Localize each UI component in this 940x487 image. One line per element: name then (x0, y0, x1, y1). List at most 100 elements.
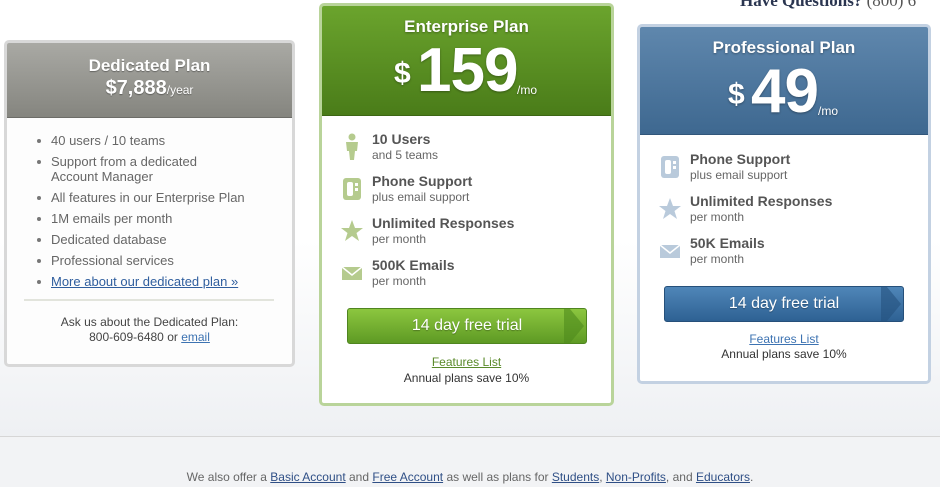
basic-account-link[interactable]: Basic Account (270, 470, 345, 484)
contact-phone: 800-609-6480 (89, 330, 164, 344)
envelope-icon (341, 266, 363, 280)
dedicated-features-list: 40 users / 10 teams Support from a dedic… (35, 133, 292, 289)
list-item: Professional services (35, 253, 292, 268)
envelope-icon (659, 244, 681, 258)
feature-text: Dedicated database (51, 232, 167, 247)
annual-savings-text: Annual plans save 10% (403, 371, 530, 385)
feature-phone-support: Phone Support plus email support (322, 173, 611, 213)
feature-subtitle: per month (690, 210, 745, 224)
students-link[interactable]: Students (552, 470, 599, 484)
list-item: 40 users / 10 teams (35, 133, 292, 148)
feature-subtitle: plus email support (690, 168, 788, 182)
divider (24, 299, 274, 301)
questions-phone: (800) 6 (866, 0, 917, 10)
feature-title: Phone Support (372, 173, 473, 189)
price-period: /mo (517, 83, 538, 97)
person-icon (346, 133, 358, 160)
or-text: or (167, 330, 178, 344)
feature-emails: 500K Emails per month (322, 257, 611, 297)
bullet-icon (37, 238, 41, 242)
feature-phone-support: Phone Support plus email support (640, 151, 928, 191)
price-amount: $7,888 (105, 77, 167, 99)
bullet-icon (37, 139, 41, 143)
button-label: 14 day free trial (411, 317, 523, 334)
arrow-right-icon (881, 287, 901, 321)
footer-divider (0, 436, 940, 437)
feature-title: Phone Support (690, 151, 791, 167)
features-list-link[interactable]: Features List (749, 332, 818, 346)
feature-subtitle: per month (372, 274, 427, 288)
professional-trial-button[interactable]: 14 day free trial (664, 286, 904, 322)
star-icon (659, 198, 681, 219)
feature-title: Unlimited Responses (372, 215, 515, 231)
contact-line: 800-609-6480 or email (7, 330, 292, 345)
feature-subtitle: plus email support (372, 190, 470, 204)
price-period: /mo (818, 104, 839, 118)
features-list-container: Features List (322, 355, 611, 369)
arrow-right-icon (564, 309, 584, 343)
feature-subtitle: per month (690, 252, 745, 266)
professional-plan-card: Professional Plan $ 49 /mo Phone Support… (637, 24, 931, 384)
price-currency: $ (394, 57, 411, 90)
ask-text: Ask us about the Dedicated Plan: (60, 315, 239, 329)
list-item: 1M emails per month (35, 211, 292, 226)
feature-subtitle: per month (372, 232, 427, 246)
plan-name: Dedicated Plan (88, 56, 211, 75)
feature-text: All features in our Enterprise Plan (51, 190, 245, 205)
price-amount: 49 (751, 57, 819, 126)
questions-label: Have Questions? (740, 0, 863, 10)
bullet-icon (37, 160, 41, 164)
feature-text: 40 users / 10 teams (51, 133, 166, 148)
feature-text: Support from a dedicated Account Manager (51, 154, 197, 184)
feature-responses: Unlimited Responses per month (322, 215, 611, 255)
plan-price: $7,888/year (7, 77, 292, 100)
list-item: Dedicated database (35, 232, 292, 247)
nonprofits-link[interactable]: Non-Profits (606, 470, 666, 484)
bullet-icon (37, 259, 41, 263)
footer-segment: , and (665, 470, 693, 484)
bullet-icon (37, 217, 41, 221)
feature-title: 10 Users (372, 131, 431, 147)
star-icon (341, 220, 363, 241)
more-dedicated-link[interactable]: More about our dedicated plan » (51, 274, 238, 289)
email-link[interactable]: email (181, 330, 210, 344)
price-currency: $ (728, 78, 745, 111)
free-account-link[interactable]: Free Account (372, 470, 443, 484)
phone-icon (343, 178, 361, 200)
footer-segment: as well as plans for (446, 470, 549, 484)
footer-segment: and (349, 470, 370, 484)
dedicated-plan-header: Dedicated Plan $7,888/year (7, 43, 292, 118)
bullet-icon (37, 280, 41, 284)
feature-title: Unlimited Responses (690, 193, 833, 209)
bullet-icon (37, 196, 41, 200)
price-amount: 159 (417, 36, 518, 105)
feature-emails: 50K Emails per month (640, 235, 928, 275)
features-list-link[interactable]: Features List (432, 355, 501, 369)
enterprise-plan-header: Enterprise Plan $ 159 /mo (322, 6, 611, 116)
plan-name: Professional Plan (712, 38, 856, 57)
feature-responses: Unlimited Responses per month (640, 193, 928, 233)
feature-title: 50K Emails (690, 235, 765, 251)
price-period: /year (166, 83, 194, 97)
dedicated-contact: Ask us about the Dedicated Plan: 800-609… (7, 315, 292, 345)
educators-link[interactable]: Educators (696, 470, 750, 484)
footer-segment: We also offer a (186, 470, 267, 484)
button-label: 14 day free trial (728, 295, 840, 312)
list-item: Support from a dedicated Account Manager (35, 154, 292, 184)
plan-name: Enterprise Plan (404, 17, 529, 36)
enterprise-plan-card: Enterprise Plan $ 159 /mo 10 Users and 5… (319, 3, 614, 406)
footer-segment: , (599, 470, 603, 484)
list-item: All features in our Enterprise Plan (35, 190, 292, 205)
footer-text: We also offer a Basic Account and Free A… (0, 470, 940, 484)
footer-segment: . (750, 470, 754, 484)
feature-subtitle: and 5 teams (372, 148, 439, 162)
feature-users: 10 Users and 5 teams (322, 131, 611, 171)
questions-header: Have Questions? (800) 6 (740, 0, 916, 11)
enterprise-trial-button[interactable]: 14 day free trial (347, 308, 587, 344)
feature-text: Professional services (51, 253, 174, 268)
annual-savings-text: Annual plans save 10% (721, 347, 847, 361)
professional-plan-header: Professional Plan $ 49 /mo (640, 27, 928, 135)
feature-text: 1M emails per month (51, 211, 173, 226)
dedicated-plan-card: Dedicated Plan $7,888/year 40 users / 10… (4, 40, 295, 367)
feature-title: 500K Emails (372, 257, 455, 273)
